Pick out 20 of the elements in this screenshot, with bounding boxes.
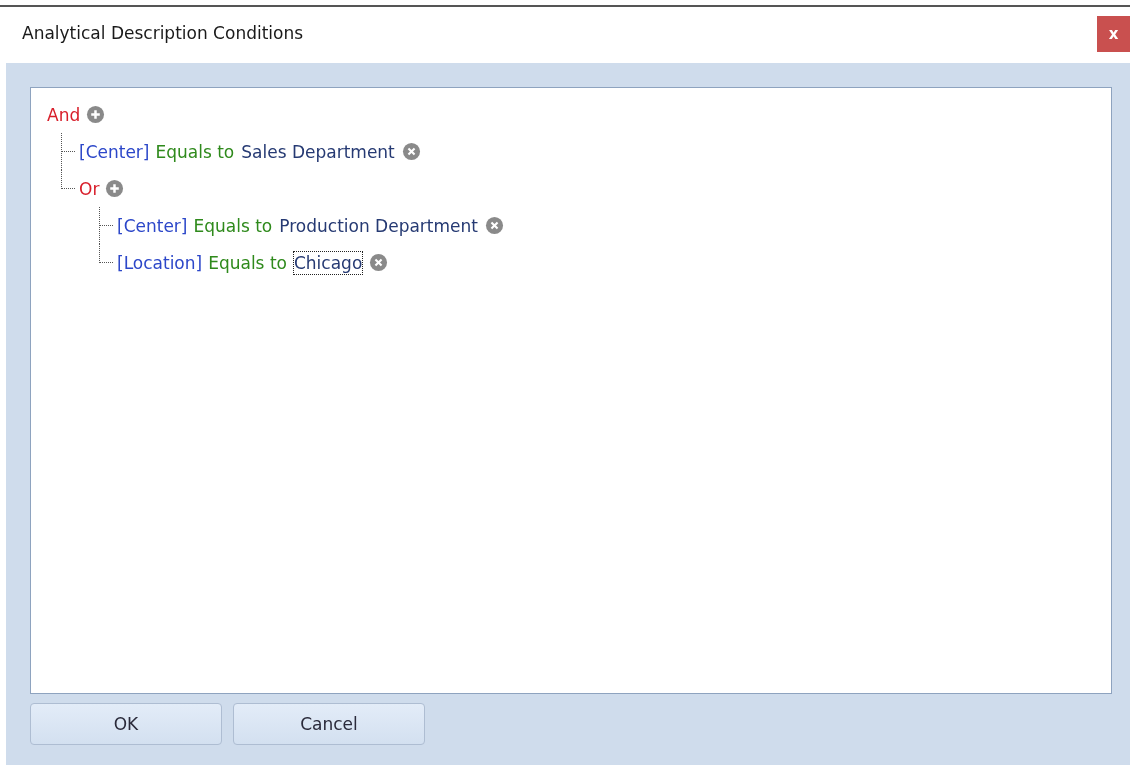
plus-icon[interactable] — [105, 179, 125, 198]
plus-icon[interactable] — [86, 105, 106, 124]
condition-field[interactable]: [Location] — [117, 252, 203, 273]
remove-icon[interactable] — [369, 253, 389, 272]
condition-field[interactable]: [Center] — [79, 141, 150, 162]
condition-operator[interactable]: Equals to — [193, 215, 273, 236]
remove-icon[interactable] — [485, 216, 504, 235]
dialog-button[interactable]: OK — [30, 703, 222, 745]
remove-icon[interactable] — [401, 142, 421, 161]
condition-value[interactable]: Sales Department — [240, 139, 396, 164]
window-title: Analytical Description Conditions — [22, 23, 304, 43]
close-button[interactable]: x — [1097, 16, 1130, 52]
group-operator: Or — [79, 178, 100, 199]
condition-field[interactable]: [Center] — [117, 215, 188, 236]
condition-value[interactable]: Production Department — [278, 213, 479, 238]
dialog-button[interactable]: Cancel — [233, 703, 425, 745]
condition-operator[interactable]: Equals to — [155, 141, 235, 162]
condition-value[interactable]: Chicago — [292, 250, 364, 275]
condition-operator[interactable]: Equals to — [208, 252, 287, 273]
group-operator: And — [47, 104, 81, 125]
